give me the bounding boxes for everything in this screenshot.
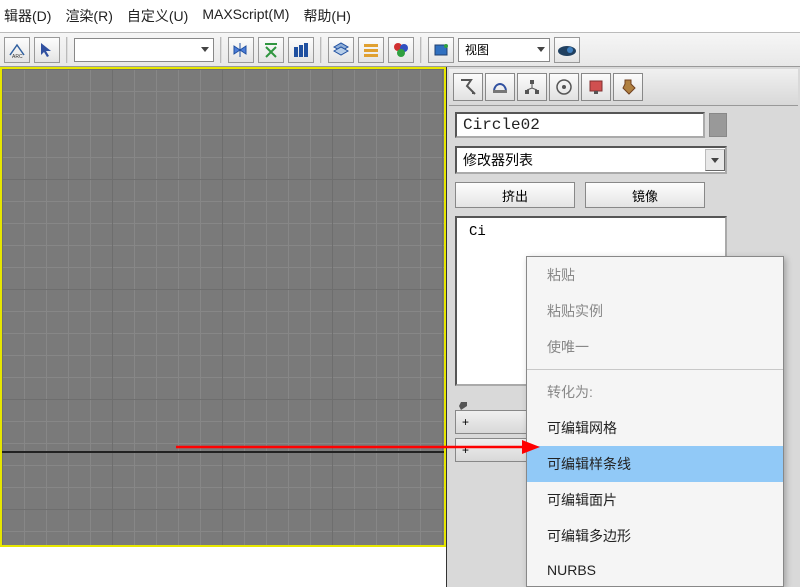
render-setup-button[interactable] (428, 37, 454, 63)
object-name-field[interactable]: Circle02 (455, 112, 705, 138)
view-dropdown-label: 视图 (465, 41, 489, 58)
toolbar-separator (420, 37, 422, 63)
align-button[interactable] (258, 37, 284, 63)
menu-convert-nurbs[interactable]: NURBS (527, 554, 783, 586)
context-menu: 粘贴 粘贴实例 使唯一 转化为: 可编辑网格 可编辑样条线 可编辑面片 可编辑多… (526, 256, 784, 587)
chevron-down-icon (201, 47, 209, 52)
menu-make-unique[interactable]: 使唯一 (527, 329, 783, 365)
object-color-swatch[interactable] (709, 113, 727, 137)
toolbar-separator (220, 37, 222, 63)
chevron-down-icon (705, 149, 725, 171)
select-cursor-button[interactable] (34, 37, 60, 63)
menu-separator (527, 369, 783, 370)
toolbar-separator (320, 37, 322, 63)
tab-motion[interactable] (549, 73, 579, 101)
tab-modify[interactable] (485, 73, 515, 101)
menu-convert-spline[interactable]: 可编辑样条线 (527, 446, 783, 482)
menu-help[interactable]: 帮助(H) (303, 6, 350, 26)
toolbar-separator (66, 37, 68, 63)
main-toolbar: ARC 视图 (0, 33, 800, 67)
schematic-button[interactable] (358, 37, 384, 63)
tab-display[interactable] (581, 73, 611, 101)
viewport-axis-horizontal (2, 451, 444, 453)
svg-text:ARC: ARC (12, 54, 23, 59)
menu-paste-instance[interactable]: 粘贴实例 (527, 293, 783, 329)
material-button[interactable] (388, 37, 414, 63)
rollout-plus: + (462, 415, 469, 429)
extrude-button[interactable]: 挤出 (455, 182, 575, 208)
mirror-button[interactable] (228, 37, 254, 63)
tab-create[interactable] (453, 73, 483, 101)
menu-render[interactable]: 渲染(R) (65, 6, 112, 26)
selection-filter-dropdown[interactable] (74, 38, 214, 62)
menu-convert-mesh[interactable]: 可编辑网格 (527, 410, 783, 446)
mirror-button[interactable]: 镜像 (585, 182, 705, 208)
menu-maxscript[interactable]: MAXScript(M) (202, 6, 289, 26)
menu-paste[interactable]: 粘贴 (527, 257, 783, 293)
arc-rotate-button[interactable]: ARC (4, 37, 30, 63)
object-name-value: Circle02 (463, 116, 540, 134)
array-button[interactable] (288, 37, 314, 63)
viewport[interactable] (0, 67, 446, 547)
menu-bar: 辑器(D) 渲染(R) 自定义(U) MAXScript(M) 帮助(H) (0, 0, 800, 33)
menu-convert-poly[interactable]: 可编辑多边形 (527, 518, 783, 554)
menu-convert-patch[interactable]: 可编辑面片 (527, 482, 783, 518)
chevron-down-icon (537, 47, 545, 52)
stack-item[interactable]: Ci (461, 222, 721, 242)
tab-hierarchy[interactable] (517, 73, 547, 101)
view-dropdown[interactable]: 视图 (458, 38, 550, 62)
layers-button[interactable] (328, 37, 354, 63)
pin-icon (451, 396, 469, 412)
render-button[interactable] (554, 37, 580, 63)
rollout-plus: + (462, 443, 469, 457)
menu-customize[interactable]: 自定义(U) (127, 6, 188, 26)
menu-editor[interactable]: 辑器(D) (4, 6, 51, 26)
tab-utilities[interactable] (613, 73, 643, 101)
menu-convert-label: 转化为: (527, 374, 783, 410)
command-panel-tabs (449, 69, 798, 106)
modifier-list-dropdown[interactable]: 修改器列表 (455, 146, 727, 174)
modifier-list-label: 修改器列表 (463, 150, 533, 170)
